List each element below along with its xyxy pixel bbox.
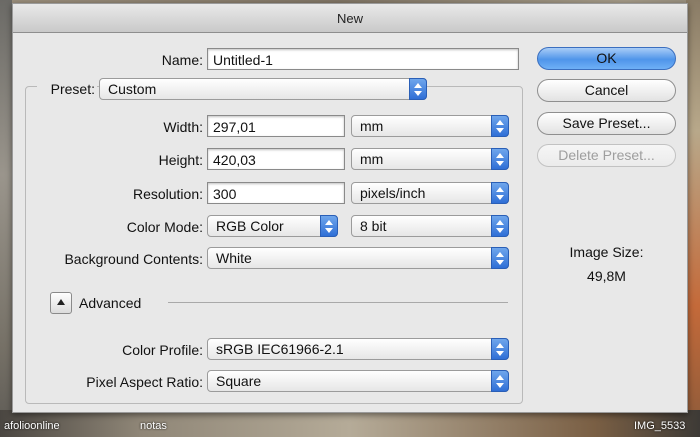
- background-file-label: afolioonline: [4, 420, 60, 432]
- pixel-aspect-ratio-value: Square: [216, 373, 262, 389]
- width-label: Width:: [163, 119, 203, 135]
- color-profile-dropdown[interactable]: sRGB IEC61966-2.1: [207, 338, 509, 360]
- save-preset-button[interactable]: Save Preset...: [537, 112, 676, 135]
- resolution-field[interactable]: 300: [207, 182, 345, 204]
- height-unit-dropdown[interactable]: mm: [351, 148, 509, 170]
- advanced-disclosure-toggle[interactable]: [50, 292, 72, 314]
- dropdown-arrows-icon: [320, 215, 338, 237]
- preset-dropdown[interactable]: Custom: [99, 78, 427, 100]
- bit-depth-value: 8 bit: [360, 218, 387, 234]
- width-unit-dropdown[interactable]: mm: [351, 115, 509, 137]
- advanced-label: Advanced: [79, 295, 142, 311]
- title-bar[interactable]: New: [13, 4, 687, 33]
- height-field[interactable]: 420,03: [207, 148, 345, 170]
- height-label: Height:: [158, 152, 203, 168]
- pixel-aspect-ratio-label: Pixel Aspect Ratio:: [86, 374, 203, 390]
- background-contents-value: White: [216, 250, 252, 266]
- color-mode-value: RGB Color: [216, 218, 284, 234]
- image-size-label: Image Size:: [569, 244, 644, 260]
- bit-depth-dropdown[interactable]: 8 bit: [351, 215, 509, 237]
- preset-label: Preset:: [37, 81, 97, 97]
- ok-button[interactable]: OK: [537, 47, 676, 70]
- height-unit-value: mm: [360, 151, 384, 167]
- delete-preset-button: Delete Preset...: [537, 144, 676, 167]
- color-mode-dropdown[interactable]: RGB Color: [207, 215, 338, 237]
- resolution-unit-dropdown[interactable]: pixels/inch: [351, 182, 509, 204]
- background-contents-dropdown[interactable]: White: [207, 247, 509, 269]
- dropdown-arrows-icon: [491, 338, 509, 360]
- color-profile-value: sRGB IEC61966-2.1: [216, 341, 344, 357]
- dropdown-arrows-icon: [491, 182, 509, 204]
- name-label: Name:: [161, 52, 203, 68]
- color-profile-label: Color Profile:: [122, 342, 203, 358]
- background-contents-label: Background Contents:: [64, 251, 203, 267]
- background-file-label: notas: [140, 420, 167, 432]
- width-unit-value: mm: [360, 118, 384, 134]
- advanced-separator: [168, 302, 508, 303]
- desktop-background-left: [0, 0, 12, 437]
- dropdown-arrows-icon: [409, 78, 427, 100]
- desktop-background-bottom: [0, 410, 700, 437]
- preset-value: Custom: [108, 81, 157, 97]
- new-document-dialog: New Name: Untitled-1 Preset: Custom Widt…: [12, 3, 688, 413]
- window-title: New: [336, 11, 363, 26]
- dropdown-arrows-icon: [491, 115, 509, 137]
- dropdown-arrows-icon: [491, 148, 509, 170]
- dropdown-arrows-icon: [491, 215, 509, 237]
- resolution-label: Resolution:: [132, 186, 203, 202]
- resolution-unit-value: pixels/inch: [360, 185, 426, 201]
- cancel-button[interactable]: Cancel: [537, 79, 676, 102]
- pixel-aspect-ratio-dropdown[interactable]: Square: [207, 370, 509, 392]
- dropdown-arrows-icon: [491, 370, 509, 392]
- dropdown-arrows-icon: [491, 247, 509, 269]
- background-file-label: IMG_5533: [634, 420, 686, 432]
- desktop-background-right: [686, 0, 700, 437]
- name-field[interactable]: Untitled-1: [207, 48, 519, 70]
- image-size-value: 49,8M: [587, 268, 626, 284]
- width-field[interactable]: 297,01: [207, 115, 345, 137]
- color-mode-label: Color Mode:: [126, 219, 203, 235]
